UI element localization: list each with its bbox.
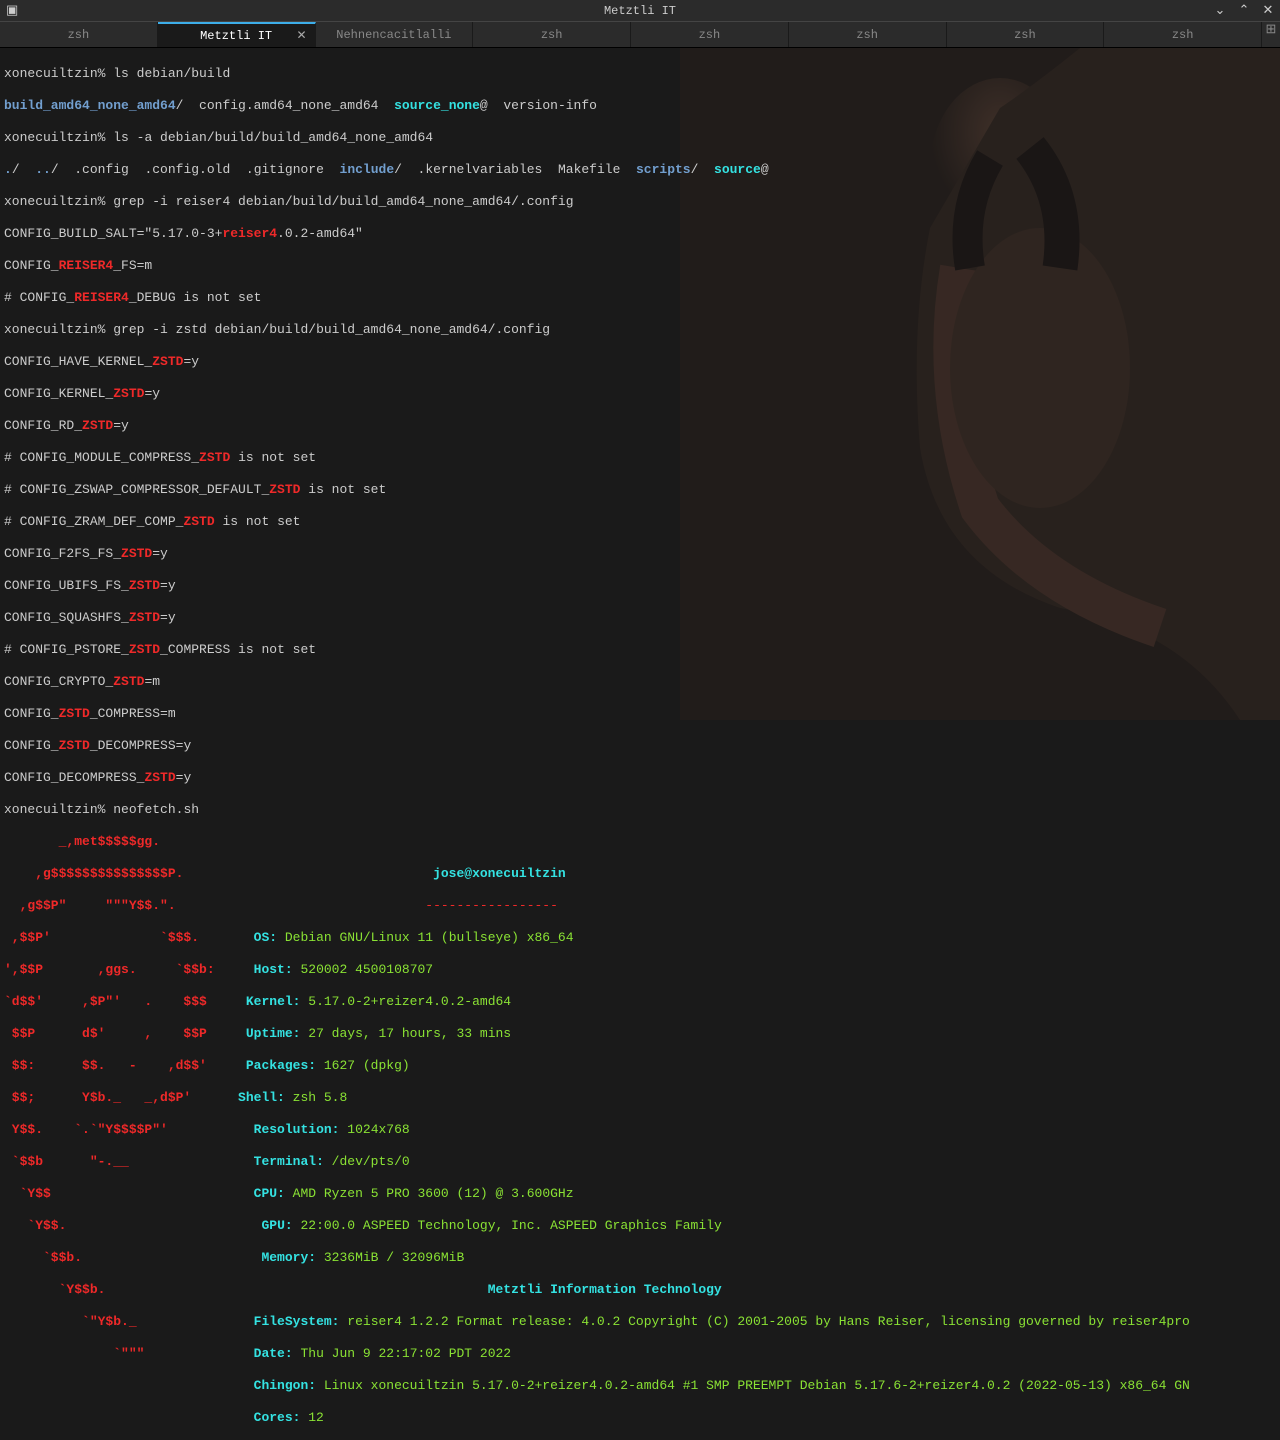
tab-zsh-6[interactable]: zsh	[947, 22, 1105, 47]
tab-zsh-1[interactable]: zsh	[0, 22, 158, 47]
title-bar: ▣ Metztli IT ⌄ ⌃ ✕	[0, 0, 1280, 22]
close-icon[interactable]: ✕	[1260, 3, 1276, 18]
minimize-icon[interactable]: ⌄	[1212, 3, 1228, 18]
tab-nehnen[interactable]: Nehnencacitlalli	[316, 22, 474, 47]
terminal-output[interactable]: xonecuiltzin% ls debian/build build_amd6…	[0, 48, 1280, 1440]
tab-close-icon[interactable]: ✕	[296, 28, 306, 43]
app-icon: ▣	[6, 3, 18, 18]
window-title: Metztli IT	[604, 4, 676, 18]
tab-bar: zsh Metztli IT✕ Nehnencacitlalli zsh zsh…	[0, 22, 1280, 48]
tab-zsh-5[interactable]: zsh	[789, 22, 947, 47]
tab-metztli[interactable]: Metztli IT✕	[158, 22, 316, 47]
grid-icon[interactable]: ⊞	[1262, 22, 1280, 47]
tab-zsh-4[interactable]: zsh	[631, 22, 789, 47]
tab-zsh-7[interactable]: zsh	[1104, 22, 1262, 47]
tab-zsh-3[interactable]: zsh	[473, 22, 631, 47]
maximize-icon[interactable]: ⌃	[1236, 3, 1252, 18]
